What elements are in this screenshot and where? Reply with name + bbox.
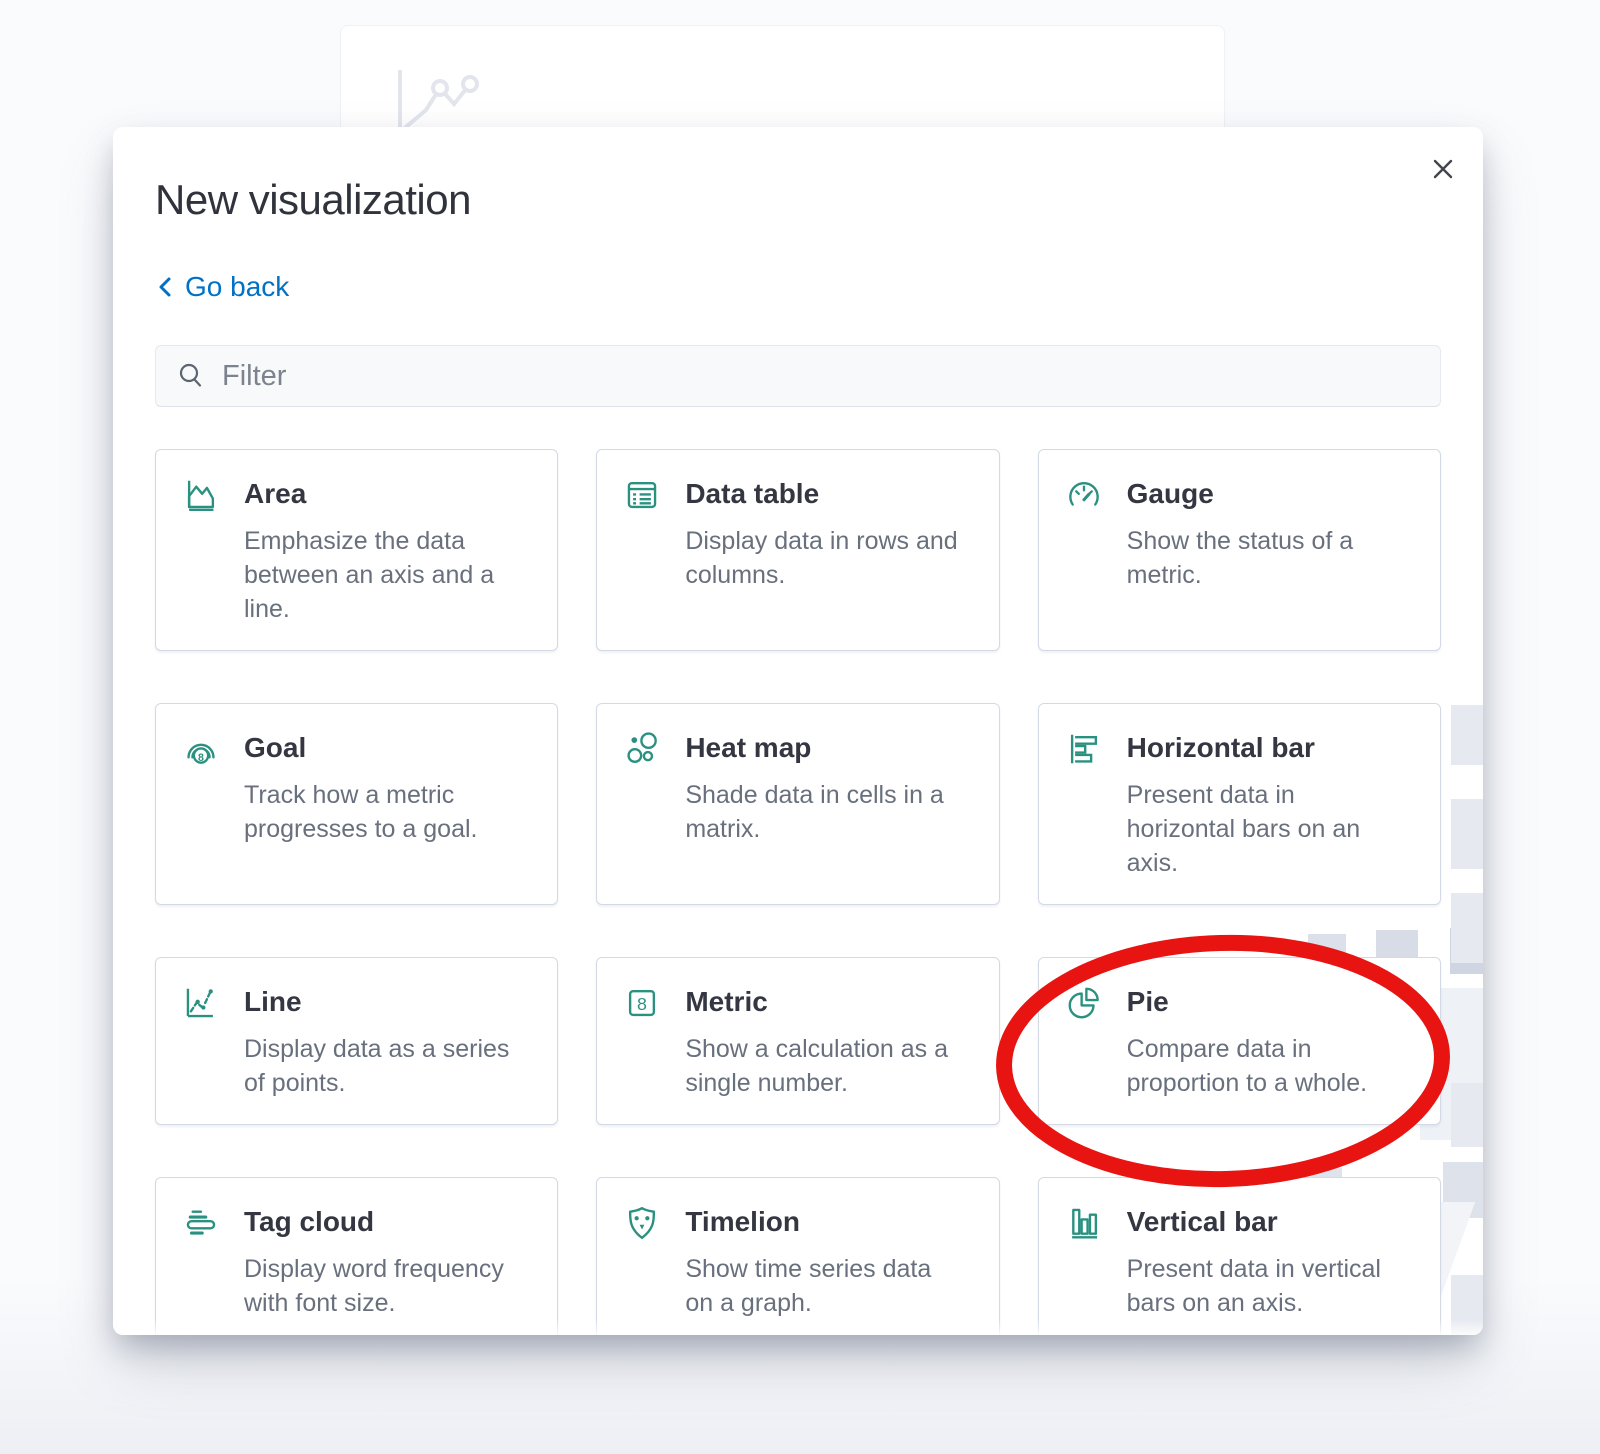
- goal-icon: 8: [182, 730, 220, 768]
- go-back-link[interactable]: Go back: [155, 271, 289, 303]
- new-visualization-modal: New visualization Go back: [113, 127, 1483, 1335]
- card-gauge[interactable]: Gauge Show the status of a metric.: [1038, 449, 1441, 651]
- card-description: Present data in horizontal bars on an ax…: [1127, 778, 1360, 880]
- metric-icon: 8: [623, 984, 661, 1022]
- card-timelion[interactable]: Timelion Show time series data on a grap…: [596, 1177, 999, 1335]
- timelion-icon: [623, 1204, 661, 1242]
- card-description: Show time series data on a graph.: [685, 1252, 931, 1320]
- card-title: Heat map: [685, 732, 944, 764]
- card-title: Goal: [244, 732, 477, 764]
- card-title: Horizontal bar: [1127, 732, 1360, 764]
- card-description: Present data in vertical bars on an axis…: [1127, 1252, 1381, 1320]
- card-description: Track how a metric progresses to a goal.: [244, 778, 477, 846]
- background-artifact: [1451, 705, 1483, 765]
- area-chart-icon: [182, 476, 220, 514]
- go-back-label: Go back: [185, 271, 289, 303]
- card-title: Pie: [1127, 986, 1367, 1018]
- svg-text:8: 8: [637, 994, 647, 1014]
- card-tag-cloud[interactable]: Tag cloud Display word frequency with fo…: [155, 1177, 558, 1335]
- background-artifact: [1443, 1162, 1483, 1218]
- card-title: Metric: [685, 986, 948, 1018]
- page-title: New visualization: [155, 175, 1441, 225]
- card-pie[interactable]: Pie Compare data in proportion to a whol…: [1038, 957, 1441, 1125]
- background-artifact: [1450, 928, 1483, 974]
- card-heat-map[interactable]: Heat map Shade data in cells in a matrix…: [596, 703, 999, 905]
- filter-field: [155, 345, 1441, 407]
- pie-chart-icon: [1065, 984, 1103, 1022]
- heat-map-icon: [623, 730, 661, 768]
- card-vertical-bar[interactable]: Vertical bar Present data in vertical ba…: [1038, 1177, 1441, 1335]
- card-description: Display data in rows and columns.: [685, 524, 957, 592]
- svg-text:8: 8: [198, 752, 204, 764]
- data-table-icon: [623, 476, 661, 514]
- horizontal-bar-icon: [1065, 730, 1103, 768]
- line-chart-icon: [182, 984, 220, 1022]
- filter-input[interactable]: [222, 346, 1440, 406]
- card-title: Timelion: [685, 1206, 931, 1238]
- card-data-table[interactable]: Data table Display data in rows and colu…: [596, 449, 999, 651]
- gauge-icon: [1065, 476, 1103, 514]
- card-line[interactable]: Line Display data as a series of points.: [155, 957, 558, 1125]
- card-title: Vertical bar: [1127, 1206, 1381, 1238]
- card-description: Display word frequency with font size.: [244, 1252, 504, 1320]
- card-description: Display data as a series of points.: [244, 1032, 509, 1100]
- background-artifact: [1451, 893, 1483, 963]
- card-metric[interactable]: 8 Metric Show a calculation as a single …: [596, 957, 999, 1125]
- card-description: Emphasize the data between an axis and a…: [244, 524, 494, 626]
- vertical-bar-icon: [1065, 1204, 1103, 1242]
- card-title: Tag cloud: [244, 1206, 504, 1238]
- card-goal[interactable]: 8 Goal Track how a metric progresses to …: [155, 703, 558, 905]
- card-horizontal-bar[interactable]: Horizontal bar Present data in horizonta…: [1038, 703, 1441, 905]
- card-area[interactable]: Area Emphasize the data between an axis …: [155, 449, 558, 651]
- card-description: Compare data in proportion to a whole.: [1127, 1032, 1367, 1100]
- card-description: Show the status of a metric.: [1127, 524, 1354, 592]
- card-title: Data table: [685, 478, 957, 510]
- tag-cloud-icon: [182, 1204, 220, 1242]
- card-description: Shade data in cells in a matrix.: [685, 778, 944, 846]
- close-icon: [1428, 154, 1458, 184]
- background-artifact: [1451, 1275, 1483, 1335]
- background-artifact: [1451, 799, 1483, 869]
- chevron-left-icon: [155, 272, 175, 302]
- close-button[interactable]: [1425, 151, 1461, 187]
- card-title: Area: [244, 478, 494, 510]
- search-icon: [176, 361, 206, 391]
- visualization-type-grid: Area Emphasize the data between an axis …: [155, 449, 1441, 1335]
- card-title: Gauge: [1127, 478, 1354, 510]
- card-description: Show a calculation as a single number.: [685, 1032, 948, 1100]
- card-title: Line: [244, 986, 509, 1018]
- background-artifact: [1451, 1083, 1483, 1147]
